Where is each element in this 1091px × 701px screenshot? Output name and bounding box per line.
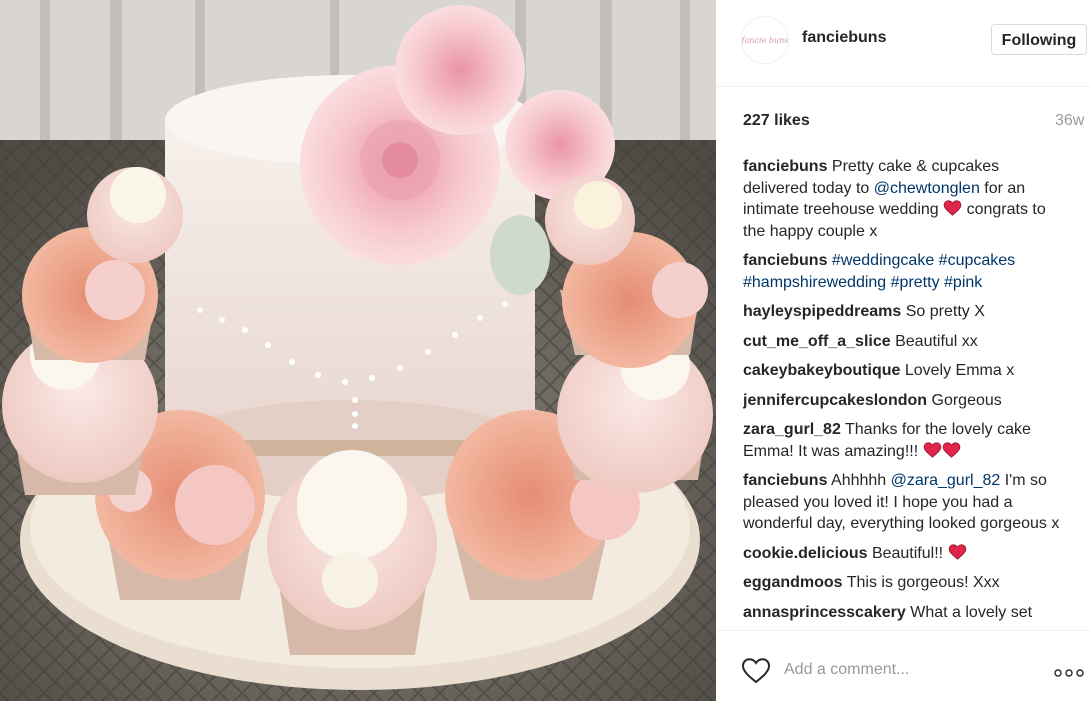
heart-emoji-icon (948, 543, 966, 560)
post-age[interactable]: 36w (1055, 112, 1084, 130)
comment-item: annasprincesscakery What a lovely set (743, 602, 1063, 624)
cake-photo-image (0, 0, 716, 701)
comment-input[interactable]: Add a comment... (784, 661, 909, 679)
avatar-logo-text: fancie buns (742, 36, 788, 45)
following-button[interactable]: Following (991, 24, 1087, 55)
comment-item: cut_me_off_a_slice Beautiful xx (743, 331, 1063, 353)
comment-text: So pretty X (905, 303, 985, 320)
post-details-panel: fancie buns fanciebuns Following 227 lik… (716, 0, 1091, 701)
comment-username[interactable]: jennifercupcakeslondon (743, 392, 927, 409)
heart-emoji-icon (923, 441, 941, 458)
comment-item: fanciebuns Pretty cake & cupcakes delive… (743, 156, 1063, 242)
comment-username[interactable]: eggandmoos (743, 574, 843, 591)
comment-item: fanciebuns Ahhhhh @zara_gurl_82 I'm so p… (743, 470, 1063, 535)
fanciebuns-logo-icon: fancie buns (742, 18, 788, 62)
mention-link[interactable]: @chewtonglen (874, 180, 980, 197)
username[interactable]: fanciebuns (802, 29, 886, 47)
comment-item: zara_gurl_82 Thanks for the lovely cake … (743, 419, 1063, 462)
comment-text: Lovely Emma x (904, 362, 1015, 379)
comment-item: eggandmoos This is gorgeous! Xxx (743, 572, 1063, 594)
like-count[interactable]: 227 likes (743, 112, 810, 130)
comment-text: What a lovely set (910, 603, 1033, 621)
instagram-post-modal: fancie buns fanciebuns Following 227 lik… (0, 0, 1091, 701)
hashtag-link[interactable]: #weddingcake (832, 252, 934, 269)
comment-item: cakeybakeyboutique Lovely Emma x (743, 360, 1063, 382)
comment-item: fanciebuns #weddingcake #cupcakes #hamps… (743, 250, 1063, 293)
hashtag-link[interactable]: #pretty (891, 274, 940, 291)
comment-username[interactable]: zara_gurl_82 (743, 421, 841, 438)
comment-text: Beautiful xx (895, 332, 978, 350)
comment-username[interactable]: cookie.delicious (743, 545, 867, 562)
more-options-icon[interactable] (1054, 669, 1084, 677)
hashtag-link[interactable]: #cupcakes (939, 252, 1016, 269)
comment-username[interactable]: cut_me_off_a_slice (743, 333, 891, 350)
comment-list: fanciebuns Pretty cake & cupcakes delive… (743, 156, 1063, 630)
post-photo[interactable] (0, 0, 716, 701)
comment-item: hayleyspipeddreams So pretty X (743, 301, 1063, 323)
comment-text: Beautiful!! (871, 544, 944, 562)
comment-username[interactable]: cakeybakeyboutique (743, 362, 900, 379)
comment-text: This is gorgeous! Xxx (846, 574, 1000, 591)
comment-username[interactable]: fanciebuns (743, 158, 827, 175)
heart-emoji-icon (943, 200, 962, 216)
comment-text: Ahhhhh (831, 472, 891, 489)
avatar[interactable]: fancie buns (741, 16, 789, 64)
heart-emoji-icon (942, 441, 960, 458)
comment-username[interactable]: fanciebuns (743, 472, 827, 489)
comment-text: Gorgeous (931, 391, 1002, 409)
divider (716, 86, 1091, 87)
mention-link[interactable]: @zara_gurl_82 (891, 472, 1001, 489)
hashtag-link[interactable]: #pink (944, 274, 982, 291)
comment-username[interactable]: hayleyspipeddreams (743, 303, 901, 320)
divider (716, 630, 1091, 631)
comment-item: cookie.delicious Beautiful!! (743, 543, 1063, 565)
comment-username[interactable]: annasprincesscakery (743, 604, 906, 621)
hashtag-link[interactable]: #hampshirewedding (743, 274, 886, 291)
comment-username[interactable]: fanciebuns (743, 252, 827, 269)
comment-item: jennifercupcakeslondon Gorgeous (743, 390, 1063, 412)
heart-outline-icon[interactable] (741, 657, 771, 684)
post-header: fancie buns fanciebuns Following (716, 0, 1091, 80)
